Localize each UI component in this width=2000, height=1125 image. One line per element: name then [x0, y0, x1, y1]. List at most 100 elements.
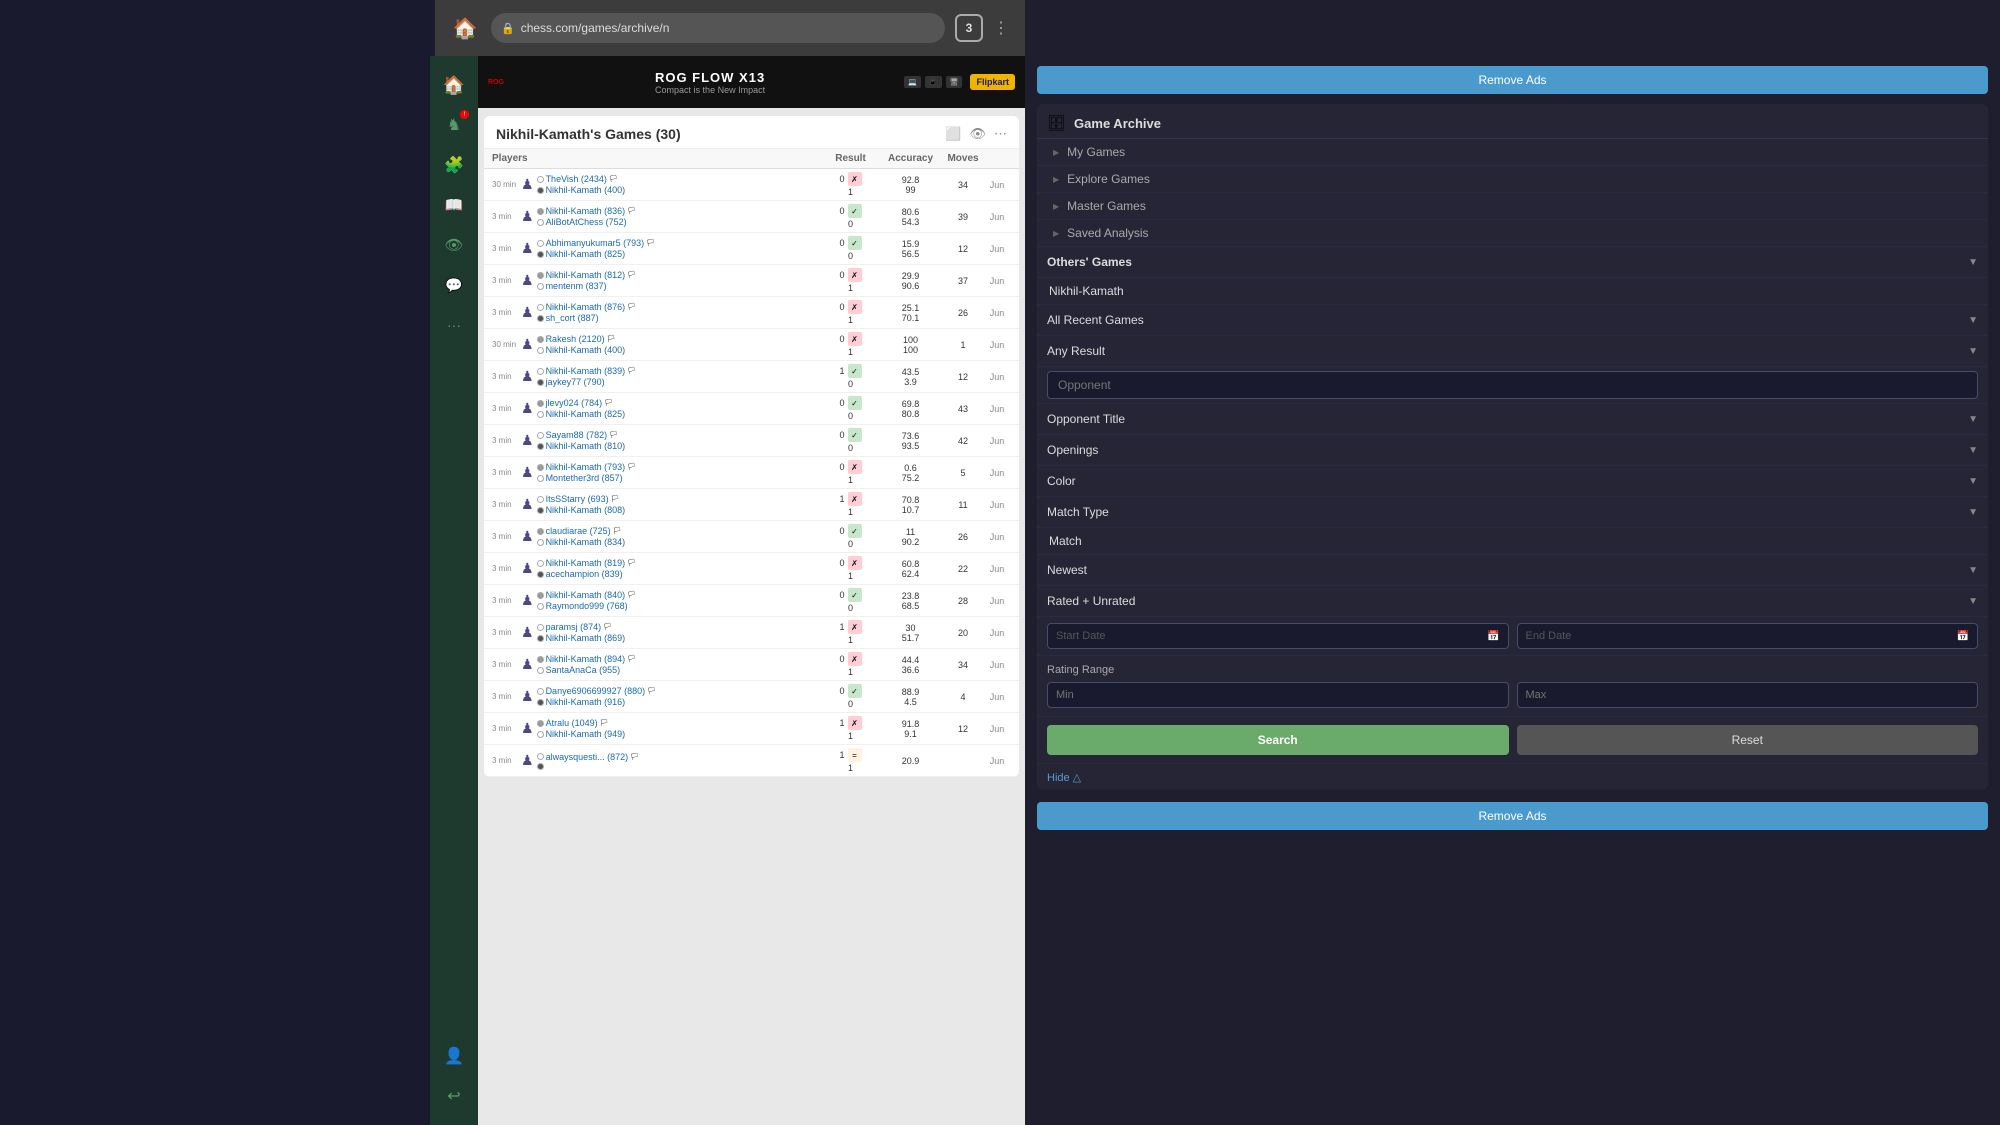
acc2: 90.6 [902, 281, 920, 291]
nav-profile-icon[interactable]: 👤 [437, 1039, 471, 1073]
result-board-icon: ✓ [848, 684, 862, 698]
end-date-input[interactable]: End Date 📅 [1517, 623, 1979, 649]
acc1: 70.8 [902, 495, 920, 505]
score2: 0 [848, 219, 853, 229]
remove-ads-bottom-button[interactable]: Remove Ads [1037, 802, 1988, 830]
nav-chess-icon[interactable]: ♞ ! [437, 108, 471, 142]
player1-flags: 🏳 [646, 239, 655, 247]
score2: 1 [848, 635, 853, 645]
sidebar-nav: 🏠 ♞ ! 🧩 📖 👁 💬 ··· 👤 ↩ [430, 56, 478, 1125]
table-row[interactable]: 3 min ♟ Nikhil-Kamath (812) 🏳 mentenm (8… [484, 265, 1019, 297]
master-games-item[interactable]: ▶ Master Games [1037, 193, 1988, 220]
search-button[interactable]: Search [1047, 725, 1509, 755]
all-recent-games-filter[interactable]: All Recent Games ▼ [1037, 305, 1988, 336]
player1-flags: 🏳 [603, 623, 612, 631]
hide-link[interactable]: Hide △ [1037, 764, 1988, 790]
table-row[interactable]: 3 min ♟ Nikhil-Kamath (793) 🏳 Montether3… [484, 457, 1019, 489]
table-row[interactable]: 3 min ♟ ItsSStarry (693) 🏳 Nikhil-Kamath… [484, 489, 1019, 521]
score2: 0 [848, 443, 853, 453]
copy-icon[interactable]: ⬜ [945, 126, 961, 142]
opponent-input[interactable] [1047, 371, 1978, 399]
table-row[interactable]: 3 min ♟ Nikhil-Kamath (876) 🏳 sh_cort (8… [484, 297, 1019, 329]
table-row[interactable]: 3 min ♟ Abhimanyukumar5 (793) 🏳 Nikhil-K… [484, 233, 1019, 265]
result-cell: 0 ✗ 1 [823, 652, 878, 677]
table-row[interactable]: 3 min ♟ Atralu (1049) 🏳 Nikhil-Kamath (9… [484, 713, 1019, 745]
nav-more-icon[interactable]: ··· [437, 308, 471, 342]
openings-filter[interactable]: Openings ▼ [1037, 435, 1988, 466]
table-row[interactable]: 3 min ♟ Sayam88 (782) 🏳 Nikhil-Kamath (8… [484, 425, 1019, 457]
table-row[interactable]: 3 min ♟ Danye6906699927 (880) 🏳 Nikhil-K… [484, 681, 1019, 713]
table-row[interactable]: 3 min ♟ Nikhil-Kamath (839) 🏳 jaykey77 (… [484, 361, 1019, 393]
acc2: 62.4 [902, 569, 920, 579]
player1-row: TheVish (2434) 🏳 [537, 174, 626, 184]
newest-label: Newest [1047, 563, 1087, 577]
explore-games-item[interactable]: ▶ Explore Games [1037, 166, 1988, 193]
player-icon: ♟ [521, 528, 534, 545]
players-cell: 3 min ♟ ItsSStarry (693) 🏳 Nikhil-Kamath… [492, 494, 823, 515]
player-icon: ♟ [521, 336, 534, 353]
table-row[interactable]: 3 min ♟ Nikhil-Kamath (894) 🏳 SantaAnaCa… [484, 649, 1019, 681]
nav-puzzle-icon[interactable]: 🧩 [437, 148, 471, 182]
acc2: 75.2 [902, 473, 920, 483]
player1-color [537, 336, 544, 343]
saved-analysis-item[interactable]: ▶ Saved Analysis [1037, 220, 1988, 247]
my-games-item[interactable]: ▶ My Games [1037, 139, 1988, 166]
match-type-filter[interactable]: Match Type ▼ [1037, 497, 1988, 528]
openings-label: Openings [1047, 443, 1098, 457]
player1-color [537, 688, 544, 695]
url-bar[interactable]: 🔒 chess.com/games/archive/n [491, 13, 945, 43]
table-row[interactable]: 3 min ♟ claudiarae (725) 🏳 Nikhil-Kamath… [484, 521, 1019, 553]
view-icon[interactable]: 👁 [969, 126, 986, 142]
accuracy-cell: 30 51.7 [878, 623, 943, 643]
accuracy-cell: 92.8 99 [878, 175, 943, 195]
score1: 1 [839, 494, 844, 504]
table-row[interactable]: 3 min ♟ Nikhil-Kamath (819) 🏳 acechampio… [484, 553, 1019, 585]
table-row[interactable]: 3 min ♟ jlevy024 (784) 🏳 Nikhil-Kamath (… [484, 393, 1019, 425]
reset-button[interactable]: Reset [1517, 725, 1979, 755]
newest-filter[interactable]: Newest ▼ [1037, 555, 1988, 586]
home-button[interactable]: 🏠 [449, 12, 481, 44]
acc1: 29.9 [902, 271, 920, 281]
others-games-filter[interactable]: Others' Games ▼ [1037, 247, 1988, 278]
time-label: 3 min [492, 468, 518, 477]
month-cell: Jun [983, 532, 1011, 542]
col-result: Result [823, 153, 878, 164]
acc2: 90.2 [902, 537, 920, 547]
accuracy-cell: 73.6 93.5 [878, 431, 943, 451]
rating-min-input[interactable] [1047, 682, 1509, 708]
table-row[interactable]: 3 min ♟ Nikhil-Kamath (836) 🏳 AliBotAtCh… [484, 201, 1019, 233]
color-filter[interactable]: Color ▼ [1037, 466, 1988, 497]
color-chevron: ▼ [1968, 476, 1978, 487]
menu-button[interactable]: ⋮ [993, 18, 1011, 38]
nav-home-icon[interactable]: 🏠 [437, 68, 471, 102]
remove-ads-top-button[interactable]: Remove Ads [1037, 66, 1988, 94]
players-cell: 3 min ♟ claudiarae (725) 🏳 Nikhil-Kamath… [492, 526, 823, 547]
month-cell: Jun [983, 756, 1011, 766]
table-row[interactable]: 3 min ♟ Nikhil-Kamath (840) 🏳 Raymondo99… [484, 585, 1019, 617]
table-row[interactable]: 30 min ♟ Rakesh (2120) 🏳 Nikhil-Kamath (… [484, 329, 1019, 361]
table-row[interactable]: 3 min ♟ paramsj (874) 🏳 Nikhil-Kamath (8… [484, 617, 1019, 649]
table-row[interactable]: 3 min ♟ alwaysquesti... (872) 🏳 1 = [484, 745, 1019, 777]
time-label: 3 min [492, 372, 518, 381]
more-icon[interactable]: ⋯ [994, 126, 1007, 142]
player2-row: AliBotAtChess (752) [537, 217, 636, 227]
player1-name: Nikhil-Kamath (793) [546, 462, 626, 472]
table-row[interactable]: 30 min ♟ TheVish (2434) 🏳 Nikhil-Kamath … [484, 169, 1019, 201]
player2-color [537, 379, 544, 386]
archive-header-icon: 🗄 [1047, 114, 1066, 132]
nav-social-icon[interactable]: 💬 [437, 268, 471, 302]
any-result-filter[interactable]: Any Result ▼ [1037, 336, 1988, 367]
nav-learn-icon[interactable]: 📖 [437, 188, 471, 222]
opponent-title-filter[interactable]: Opponent Title ▼ [1037, 404, 1988, 435]
tabs-badge[interactable]: 3 [955, 14, 983, 42]
start-date-input[interactable]: Start Date 📅 [1047, 623, 1509, 649]
rated-filter[interactable]: Rated + Unrated ▼ [1037, 586, 1988, 617]
time-label: 3 min [492, 276, 518, 285]
nav-back-icon[interactable]: ↩ [437, 1079, 471, 1113]
ad-banner[interactable]: ROG ROG FLOW X13 Compact is the New Impa… [478, 56, 1025, 108]
nav-watch-icon[interactable]: 👁 [437, 228, 471, 262]
result-cell: 0 ✓ 0 [823, 524, 878, 549]
ad-specs: 💻 📱 🖥 [904, 76, 962, 88]
player-icon: ♟ [521, 400, 534, 417]
rating-max-input[interactable] [1517, 682, 1979, 708]
